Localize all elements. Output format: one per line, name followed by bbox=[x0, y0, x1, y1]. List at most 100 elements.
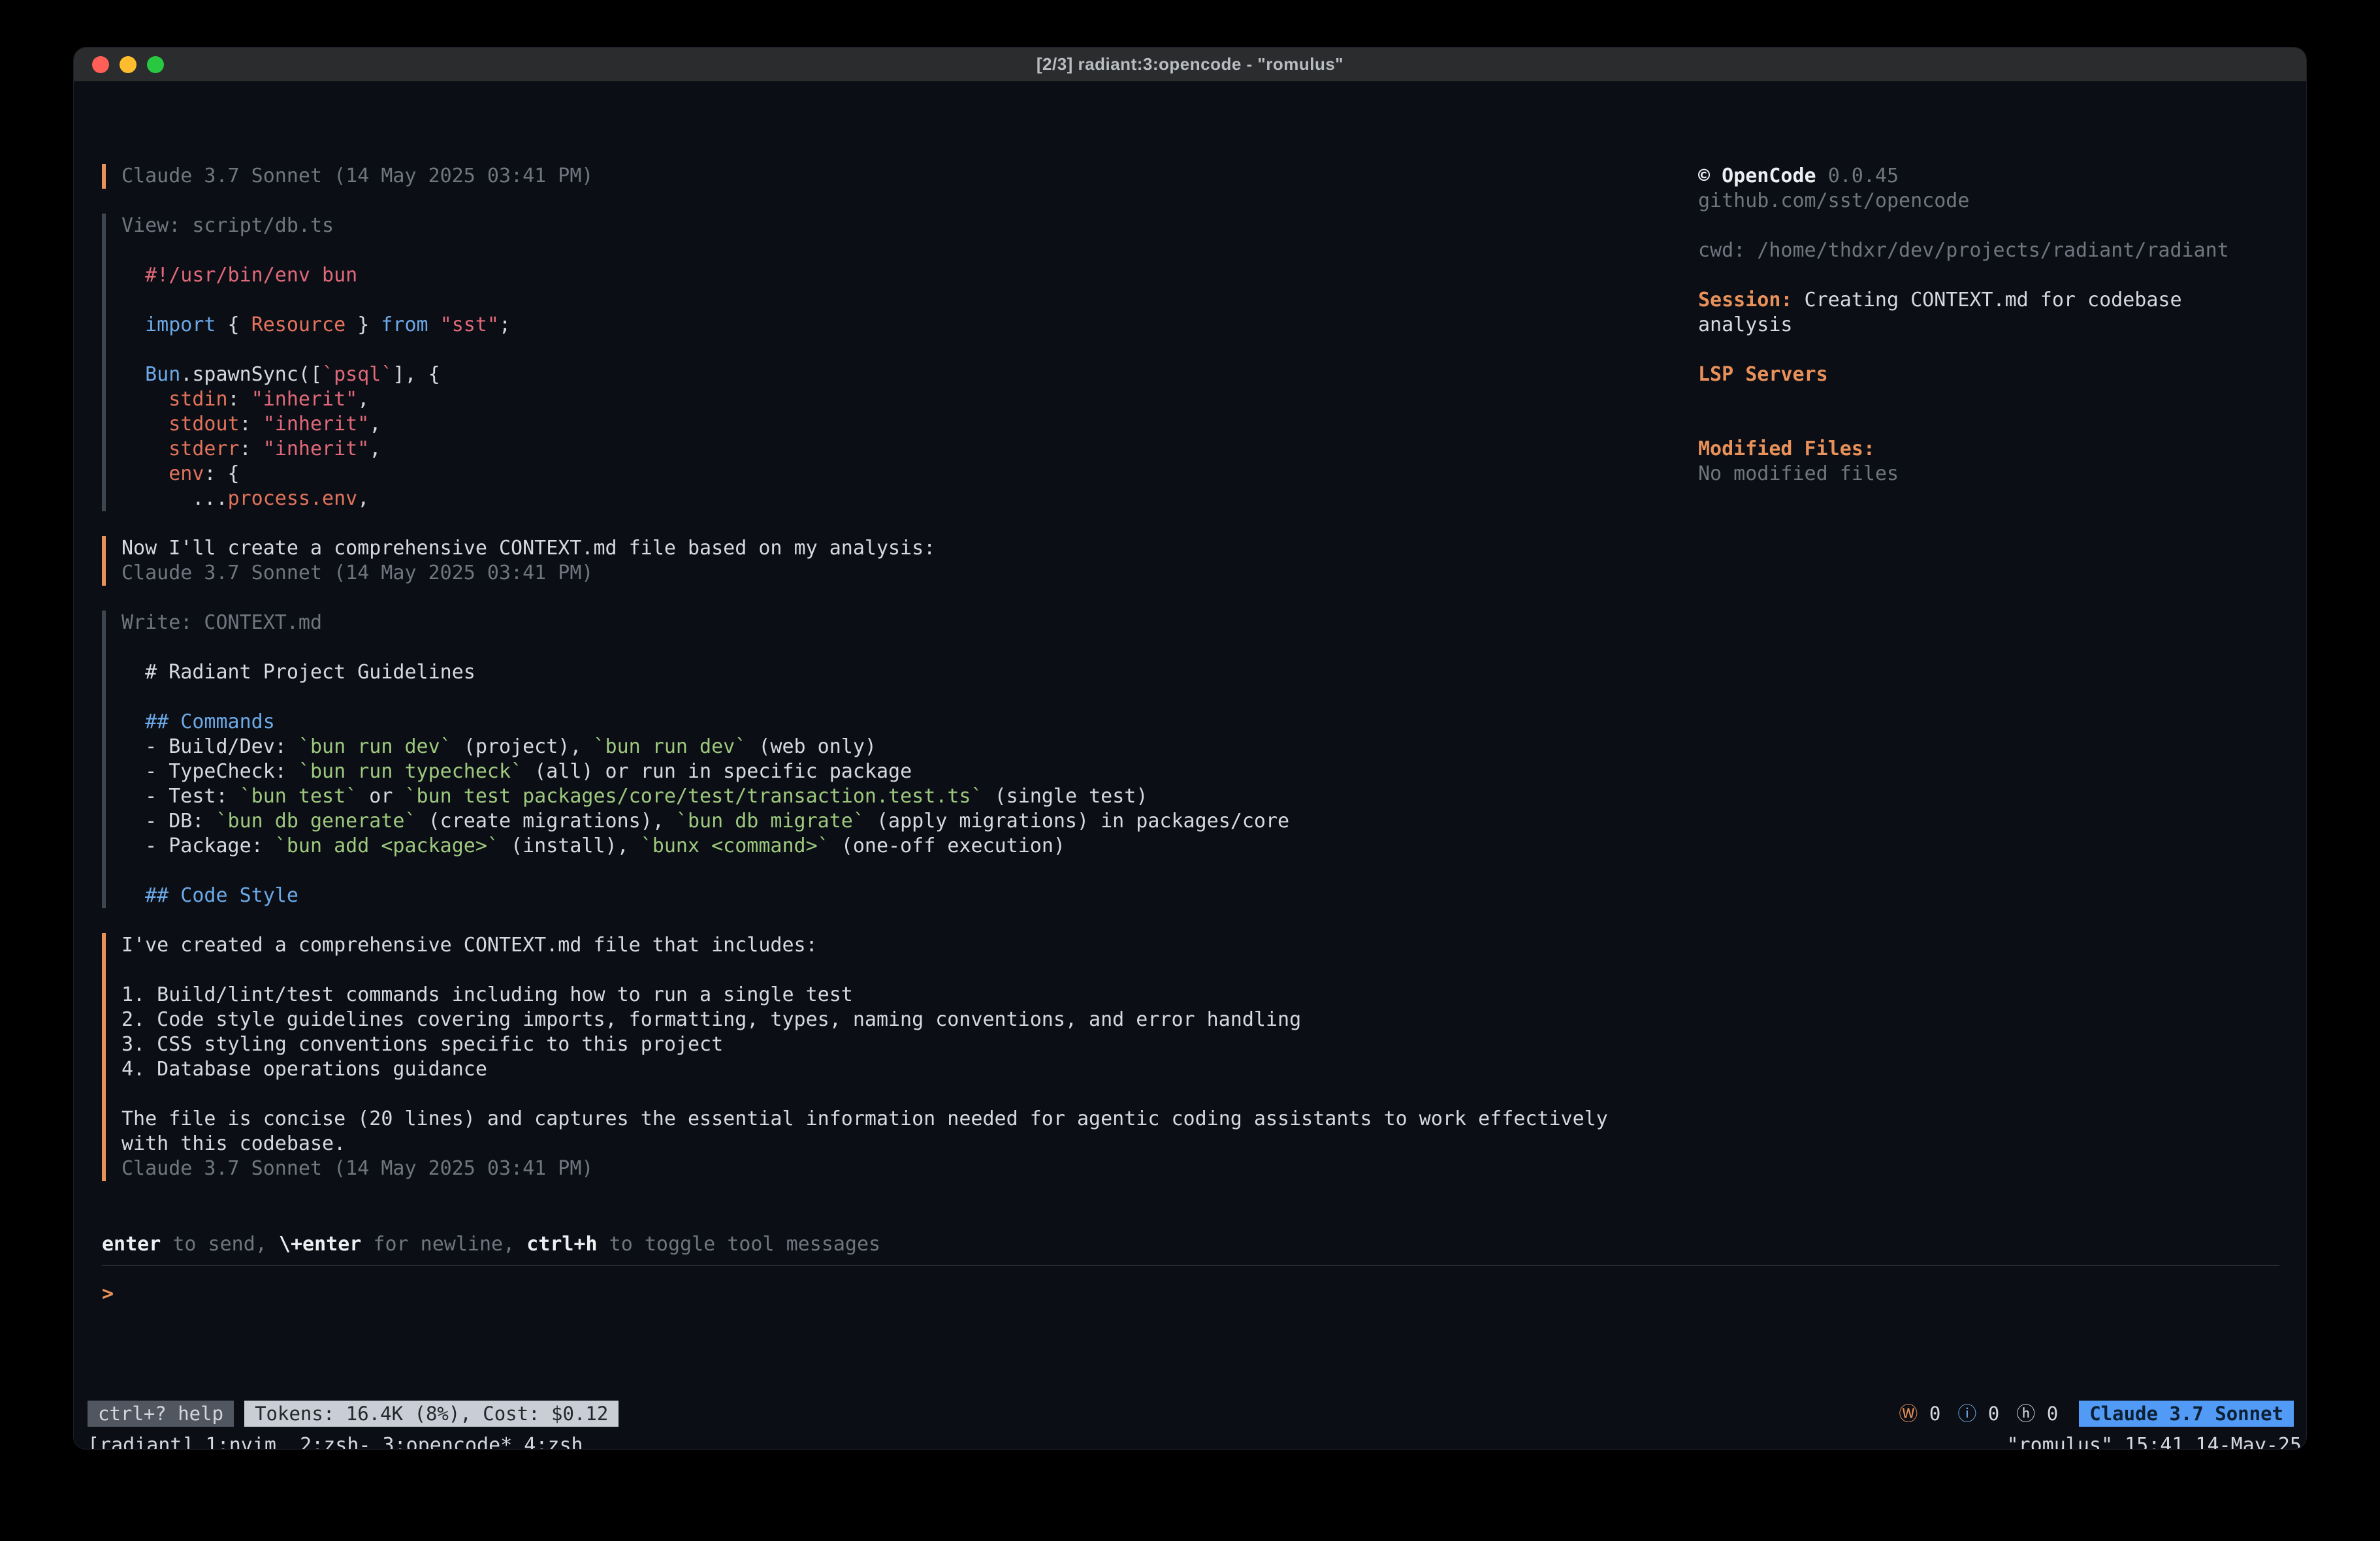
window-titlebar[interactable]: [2/3] radiant:3:opencode - "romulus" bbox=[74, 48, 2306, 82]
text-segment: `bun db generate` bbox=[216, 810, 417, 833]
text-segment: - TypeCheck: bbox=[121, 760, 298, 783]
text-segment: Now I'll create a comprehensive CONTEXT.… bbox=[121, 537, 935, 560]
help-button[interactable]: ctrl+? help bbox=[88, 1401, 234, 1427]
model-badge[interactable]: Claude 3.7 Sonnet bbox=[2079, 1401, 2294, 1427]
traffic-lights bbox=[92, 48, 164, 81]
text-line: - Test: `bun test` or `bun test packages… bbox=[121, 784, 1608, 809]
text-line: github.com/sst/opencode bbox=[1698, 189, 2286, 214]
text-line bbox=[1698, 263, 2286, 288]
text-line: stdin: "inherit", bbox=[121, 387, 1608, 412]
text-line: 3. CSS styling conventions specific to t… bbox=[121, 1032, 1608, 1057]
text-line: Now I'll create a comprehensive CONTEXT.… bbox=[121, 536, 1608, 561]
text-segment: : bbox=[240, 437, 263, 460]
text-segment: "inherit" bbox=[251, 388, 358, 411]
text-line: - DB: `bun db generate` (create migratio… bbox=[121, 809, 1608, 834]
text-segment: process.env bbox=[228, 487, 358, 510]
text-segment: Write: CONTEXT.md bbox=[121, 611, 322, 634]
text-segment: Resource bbox=[251, 313, 346, 336]
text-segment: \+enter bbox=[279, 1233, 361, 1256]
maximize-button[interactable] bbox=[147, 56, 164, 73]
text-line: View: script/db.ts bbox=[121, 214, 1608, 238]
text-line: ## Commands bbox=[121, 710, 1608, 735]
diagnostic-warnings: Ⓦ 0 bbox=[1899, 1401, 1940, 1426]
text-segment: 1. Build/lint/test commands including ho… bbox=[121, 983, 853, 1006]
text-segment: ; bbox=[499, 313, 511, 336]
text-segment bbox=[428, 313, 440, 336]
text-segment: "sst" bbox=[440, 313, 499, 336]
text-segment: `bun test` bbox=[240, 785, 358, 808]
text-segment: , bbox=[369, 437, 381, 460]
text-segment: stdin bbox=[121, 388, 228, 411]
text-line: #!/usr/bin/env bun bbox=[121, 263, 1608, 288]
text-segment: (install), bbox=[499, 834, 641, 857]
text-line bbox=[1698, 338, 2286, 362]
text-segment: The file is concise (20 lines) and captu… bbox=[121, 1107, 1608, 1130]
hints-icon: ⓗ bbox=[2016, 1403, 2035, 1425]
text-line: Bun.spawnSync([`psql`], { bbox=[121, 362, 1608, 387]
text-segment: `bun run dev` bbox=[594, 735, 747, 758]
text-segment: (web only) bbox=[747, 735, 876, 758]
text-segment: to toggle tool messages bbox=[598, 1233, 880, 1256]
text-line bbox=[1698, 214, 2286, 238]
terminal-content: Claude 3.7 Sonnet (14 May 2025 03:41 PM)… bbox=[74, 82, 2306, 1450]
tokens-cost-badge: Tokens: 16.4K (8%), Cost: $0.12 bbox=[244, 1401, 619, 1427]
info-count: 0 bbox=[1976, 1403, 1999, 1425]
window-title: [2/3] radiant:3:opencode - "romulus" bbox=[1037, 54, 1343, 74]
chat-log[interactable]: Claude 3.7 Sonnet (14 May 2025 03:41 PM)… bbox=[102, 164, 1608, 1206]
text-segment: env bbox=[121, 462, 204, 485]
tmux-window-list[interactable]: [radiant] 1:nvim 2:zsh- 3:opencode* 4:zs… bbox=[88, 1433, 583, 1450]
text-segment: "inherit" bbox=[263, 413, 370, 436]
text-segment: stderr bbox=[121, 437, 240, 460]
text-segment: with this codebase. bbox=[121, 1132, 346, 1155]
text-segment: stdout bbox=[121, 413, 240, 436]
text-line: Modified Files: bbox=[1698, 437, 2286, 462]
text-segment: .spawnSync([ bbox=[180, 363, 322, 386]
text-line: No modified files bbox=[1698, 462, 2286, 486]
text-segment: 2. Code style guidelines covering import… bbox=[121, 1008, 1301, 1031]
text-segment: github.com/sst/opencode bbox=[1698, 189, 1969, 212]
text-segment: ctrl+h bbox=[526, 1233, 597, 1256]
text-line: ## Code Style bbox=[121, 883, 1608, 908]
text-line: # Radiant Project Guidelines bbox=[121, 660, 1608, 685]
text-segment: 3. CSS styling conventions specific to t… bbox=[121, 1033, 723, 1056]
text-segment: , bbox=[357, 388, 369, 411]
close-button[interactable] bbox=[92, 56, 109, 73]
warnings-icon: Ⓦ bbox=[1899, 1403, 1918, 1425]
diagnostic-info: ⓘ 0 bbox=[1957, 1401, 1999, 1426]
text-line: Write: CONTEXT.md bbox=[121, 611, 1608, 635]
text-line: Claude 3.7 Sonnet (14 May 2025 03:41 PM) bbox=[121, 1156, 1608, 1181]
text-segment: or bbox=[357, 785, 404, 808]
text-segment: View: script/db.ts bbox=[121, 214, 334, 237]
text-line: © OpenCode 0.0.45 bbox=[1698, 164, 2286, 189]
text-line: enter to send, \+enter for newline, ctrl… bbox=[102, 1232, 880, 1257]
minimize-button[interactable] bbox=[120, 56, 137, 73]
text-line: Session: Creating CONTEXT.md for codebas… bbox=[1698, 288, 2286, 313]
text-line bbox=[121, 338, 1608, 362]
text-segment: 0.0.45 bbox=[1828, 165, 1899, 187]
text-segment: enter bbox=[102, 1233, 161, 1256]
text-line bbox=[1698, 412, 2286, 437]
text-segment: : bbox=[228, 388, 251, 411]
text-segment: Creating CONTEXT.md for codebase bbox=[1793, 289, 2182, 311]
text-segment: `bun test packages/core/test/transaction… bbox=[405, 785, 983, 808]
text-line: with this codebase. bbox=[121, 1132, 1608, 1156]
text-segment: ... bbox=[121, 487, 228, 510]
text-segment: - Build/Dev: bbox=[121, 735, 298, 758]
text-segment: : { bbox=[204, 462, 239, 485]
prompt-input[interactable]: > bbox=[102, 1282, 2279, 1399]
text-segment: Modified Files: bbox=[1698, 437, 1875, 460]
text-segment: Claude 3.7 Sonnet (14 May 2025 03:41 PM) bbox=[121, 562, 593, 584]
text-line: LSP Servers bbox=[1698, 362, 2286, 387]
text-line: 1. Build/lint/test commands including ho… bbox=[121, 983, 1608, 1008]
text-segment: { bbox=[216, 313, 251, 336]
text-segment: Claude 3.7 Sonnet (14 May 2025 03:41 PM) bbox=[121, 165, 593, 187]
tmux-status-line: [radiant] 1:nvim 2:zsh- 3:opencode* 4:zs… bbox=[88, 1433, 2302, 1450]
text-segment: - Package: bbox=[121, 834, 275, 857]
desktop-background: [2/3] radiant:3:opencode - "romulus" Cla… bbox=[0, 0, 2380, 1541]
text-line bbox=[121, 859, 1608, 883]
text-line: stdout: "inherit", bbox=[121, 412, 1608, 437]
session-sidebar: © OpenCode 0.0.45github.com/sst/opencode… bbox=[1698, 164, 2286, 486]
text-segment: Session: bbox=[1698, 289, 1793, 311]
text-line: - Build/Dev: `bun run dev` (project), `b… bbox=[121, 735, 1608, 759]
text-segment: "inherit" bbox=[263, 437, 370, 460]
